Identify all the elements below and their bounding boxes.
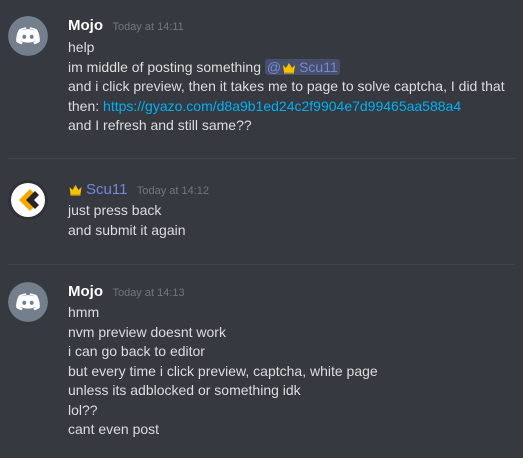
message-line: lol??	[68, 401, 98, 418]
mention-at: @	[266, 58, 282, 75]
message-group: Mojo Today at 14:13 hmm nvm preview does…	[0, 265, 523, 458]
message-content: just press back and submit it again	[68, 201, 519, 240]
message-line: and I refresh and still same??	[68, 117, 252, 133]
discord-logo-icon	[8, 16, 48, 56]
message-line: unless its adblocked or something idk	[68, 382, 301, 398]
message-line: then: https://gyazo.com/d8a9b1ed24c2f990…	[68, 97, 519, 117]
message-line: help	[68, 39, 95, 55]
username[interactable]: Mojo	[68, 17, 103, 34]
message-header: Mojo Today at 14:13	[68, 282, 185, 302]
message-content: hmm nvm preview doesnt work i can go bac…	[68, 303, 519, 440]
message-line: just press back	[68, 202, 162, 218]
avatar[interactable]	[8, 282, 48, 322]
message-line: cant even post	[68, 421, 160, 437]
message-header: Scu11 Today at 14:12	[68, 180, 209, 200]
username[interactable]: Scu11	[86, 181, 127, 198]
message-line: i can go back to editor	[68, 343, 205, 359]
username[interactable]: Mojo	[68, 283, 103, 300]
user-mention[interactable]: @ Scu11	[264, 58, 340, 75]
avatar[interactable]	[8, 180, 48, 220]
message-line: but every time i click preview, captcha,…	[68, 362, 378, 379]
gyazo-link[interactable]: https://gyazo.com/d8a9b1ed24c2f9904e7d99…	[103, 98, 461, 114]
crown-icon	[69, 185, 82, 196]
crown-icon	[283, 62, 296, 74]
avatar[interactable]	[8, 16, 48, 56]
timestamp[interactable]: Today at 14:11	[112, 21, 183, 33]
message-group: Mojo Today at 14:11 help im middle of po…	[0, 0, 523, 150]
message-line: im middle of posting something @ Scu11	[68, 58, 519, 78]
mention-name: Scu11	[299, 58, 338, 75]
message-line: nvm preview doesnt work	[68, 323, 226, 340]
message-line: and submit it again	[68, 221, 186, 238]
message-line: hmm	[68, 304, 100, 320]
message-text: im middle of posting something	[68, 58, 265, 75]
timestamp[interactable]: Today at 14:13	[112, 287, 184, 299]
chevron-logo-icon	[8, 180, 48, 220]
message-header: Mojo Today at 14:11	[68, 16, 184, 36]
timestamp[interactable]: Today at 14:12	[137, 185, 209, 197]
message-text: then:	[68, 97, 104, 114]
discord-logo-icon	[8, 282, 48, 322]
message-content: help im middle of posting something @ Scu…	[68, 38, 519, 136]
message-line: and i click preview, then it takes me to…	[68, 78, 505, 94]
message-group: Scu11 Today at 14:12 just press back and…	[0, 159, 523, 259]
